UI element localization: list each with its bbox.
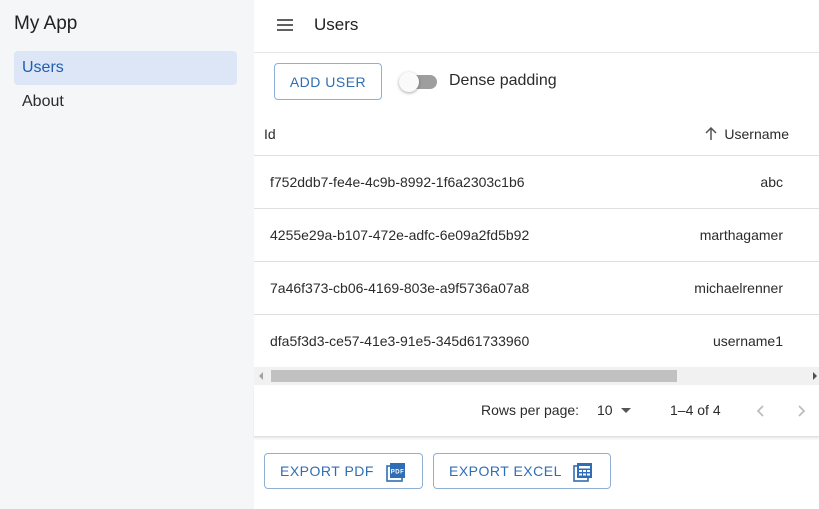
- cell-username: michaelrenner: [694, 280, 783, 296]
- sidebar: My App Users About: [0, 0, 254, 509]
- spreadsheet-icon: [573, 463, 592, 482]
- pdf-icon-text: PDF: [391, 470, 405, 476]
- cell-username: username1: [712, 333, 783, 349]
- table-row[interactable]: 7a46f373-cb06-4169-803e-a9f5736a07a8 mic…: [254, 262, 819, 315]
- export-excel-button[interactable]: EXPORT EXCEL: [433, 453, 611, 489]
- horizontal-scrollbar[interactable]: [254, 367, 819, 385]
- next-page-button[interactable]: [789, 399, 813, 423]
- cell-id: dfa5f3d3-ce57-41e3-91e5-345d61733960: [270, 333, 530, 349]
- table-row[interactable]: dfa5f3d3-ce57-41e3-91e5-345d61733960 use…: [254, 315, 819, 368]
- rows-per-page-value: 10: [597, 402, 613, 418]
- sidebar-item-label: Users: [22, 59, 64, 76]
- export-excel-label: EXPORT EXCEL: [449, 463, 562, 479]
- column-header-label: Username: [724, 126, 789, 142]
- add-user-button[interactable]: ADD USER: [274, 63, 382, 100]
- sidebar-item-about[interactable]: About: [14, 85, 237, 119]
- column-header-id[interactable]: Id: [264, 126, 276, 142]
- sidebar-item-users[interactable]: Users: [14, 51, 237, 85]
- table-row[interactable]: f752ddb7-fe4e-4c9b-8992-1f6a2303c1b6 abc: [254, 156, 819, 209]
- caret-down-icon: [620, 407, 631, 413]
- export-pdf-label: EXPORT PDF: [280, 463, 374, 479]
- dense-padding-switch[interactable]: [399, 72, 439, 92]
- rows-per-page-select[interactable]: 10: [597, 402, 631, 418]
- header: Users: [254, 0, 819, 53]
- scrollbar-thumb[interactable]: [271, 370, 677, 382]
- app-title: My App: [14, 13, 78, 34]
- pagination: Rows per page: 10 1–4 of 4: [254, 385, 819, 437]
- dense-padding-label: Dense padding: [449, 72, 557, 89]
- table-row[interactable]: 4255e29a-b107-472e-adfc-6e09a2fd5b92 mar…: [254, 209, 819, 262]
- menu-icon[interactable]: [275, 15, 295, 35]
- cell-id: 4255e29a-b107-472e-adfc-6e09a2fd5b92: [270, 227, 530, 243]
- scroll-left-icon[interactable]: [259, 372, 263, 380]
- page-title: Users: [314, 15, 359, 34]
- cell-username: marthagamer: [699, 227, 783, 243]
- users-table: Id Username f752ddb7-fe4e-4c9b-8992-1f6a…: [254, 110, 819, 368]
- rows-per-page-label: Rows per page:: [481, 402, 580, 418]
- sidebar-item-label: About: [22, 93, 64, 110]
- pagination-range: 1–4 of 4: [670, 402, 721, 418]
- arrow-up-icon: [705, 127, 717, 140]
- export-pdf-button[interactable]: EXPORT PDF PDF: [264, 453, 423, 489]
- pdf-icon: PDF: [386, 463, 405, 482]
- scroll-right-icon[interactable]: [813, 372, 817, 380]
- cell-username: abc: [760, 174, 783, 190]
- switch-thumb: [399, 72, 419, 92]
- cell-id: 7a46f373-cb06-4169-803e-a9f5736a07a8: [270, 280, 530, 296]
- table-header: Id Username: [254, 110, 819, 156]
- previous-page-button[interactable]: [749, 399, 773, 423]
- cell-id: f752ddb7-fe4e-4c9b-8992-1f6a2303c1b6: [270, 174, 525, 190]
- column-header-username[interactable]: Username: [704, 126, 789, 142]
